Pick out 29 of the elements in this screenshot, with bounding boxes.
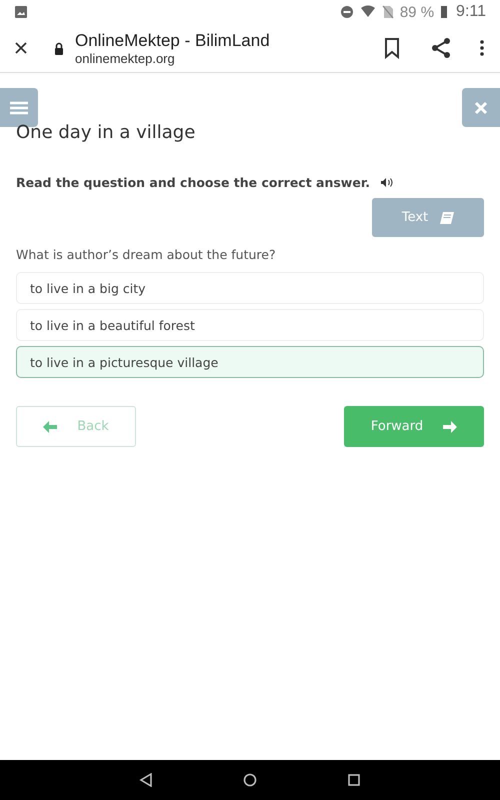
arrow-right-icon (443, 420, 458, 432)
battery-percent: 89 % (400, 4, 434, 20)
lock-icon (54, 42, 64, 54)
answer-option[interactable]: to live in a big city (16, 272, 484, 304)
clock: 9:11 (456, 3, 486, 21)
question: What is author’s dream about the future? (16, 247, 277, 262)
do-not-disturb-icon (340, 5, 354, 19)
more-icon[interactable] (480, 40, 484, 56)
share-icon[interactable] (430, 37, 452, 59)
wifi-icon (360, 5, 376, 19)
page-title: OnlineMektep - BilimLand (75, 30, 271, 50)
back-nav-icon[interactable] (139, 773, 153, 787)
arrow-left-icon (43, 420, 58, 432)
battery-icon (440, 5, 448, 19)
instruction: Read the question and choose the correct answer. (16, 175, 370, 190)
image-icon (14, 5, 28, 19)
lesson-title: One day in a village (16, 121, 196, 145)
menu-icon (10, 100, 28, 114)
home-nav-icon[interactable] (243, 773, 257, 787)
page-url: onlinemektep.org (75, 50, 176, 66)
close-icon (474, 100, 488, 114)
answer-option[interactable]: to live in a picturesque village (16, 346, 484, 378)
recents-nav-icon[interactable] (347, 773, 361, 787)
bookmark-icon[interactable] (384, 37, 400, 59)
no-sim-icon (382, 5, 394, 19)
close-icon[interactable] (14, 41, 28, 55)
speaker-icon[interactable] (380, 177, 394, 188)
answer-option[interactable]: to live in a beautiful forest (16, 309, 484, 341)
book-icon (440, 212, 454, 224)
